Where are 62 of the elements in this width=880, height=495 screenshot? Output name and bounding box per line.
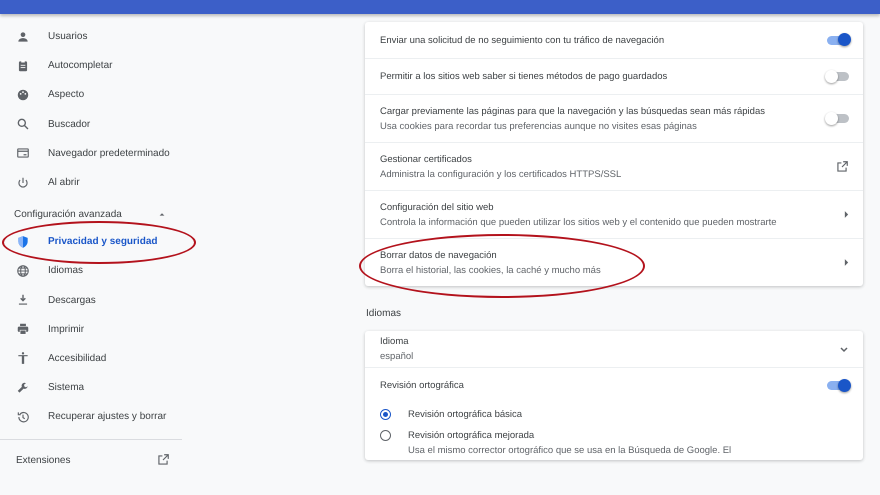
toggle-switch[interactable] [827,381,849,390]
toggle-switch[interactable] [827,114,849,123]
search-icon [16,117,30,132]
option-label: Revisión ortográfica mejorada [408,430,536,441]
person-icon [16,30,30,44]
toggle-switch[interactable] [827,72,849,81]
download-icon [16,293,30,308]
sidebar-item[interactable]: Buscador [0,110,182,139]
setting-title: Borrar datos de navegación [380,250,498,260]
setting-description: Borra el historial, las cookies, la caché y mucho más [380,264,601,276]
setting-title: Revisión ortográfica [380,380,464,391]
advanced-section-toggle[interactable]: Configuración avanzada [0,197,182,228]
setting-row[interactable]: Configuración del sitio web Controla la información que pueden utilizar los sitios web y el contenido que pueden mostrarte [365,190,863,238]
setting-title: Idioma [380,336,410,347]
printer-icon [16,322,30,336]
toggle-switch[interactable] [827,36,849,44]
setting-row[interactable]: Enviar una solicitud de no seguimiento con tu tráfico de navegación [365,22,863,58]
radio-button[interactable] [380,430,391,441]
accessibility-icon [16,351,30,366]
extensions-link[interactable]: Extensiones [0,450,182,470]
setting-description: Administra la configuración y los certificados HTTPS/SSL [380,168,622,180]
sidebar-item[interactable]: Autocompletar [0,51,182,80]
radio-button[interactable] [380,409,391,420]
sidebar-item[interactable]: Aspecto [0,80,182,110]
browser-icon [16,146,30,160]
setting-title: Enviar una solicitud de no seguimiento con tu tráfico de navegación [380,34,664,46]
clipboard-icon [16,58,30,73]
external-link-icon [156,453,170,468]
wrench-icon [16,380,30,395]
setting-title: Cargar previamente las páginas para que la navegación y las búsquedas sean más rápidas [380,106,765,116]
sidebar-item[interactable]: Navegador predeterminado [0,138,182,168]
setting-row[interactable]: Borrar datos de navegación Borra el historial, las cookies, la caché y mucho más [365,238,863,286]
sidebar-item[interactable]: Recuperar ajustes y borrar [0,402,182,432]
setting-title: Permitir a los sitios web saber si tienes métodos de pago guardados [380,71,668,82]
sidebar-item[interactable]: Al abrir [0,168,182,198]
arrow-right-icon[interactable] [844,259,849,266]
setting-description: Usa cookies para recordar tus preferencias aunque no visites esas páginas [380,120,698,132]
globe-icon [16,264,30,278]
setting-row[interactable]: Permitir a los sitios web saber si tienes métodos de pago guardados [365,58,863,94]
external-link-icon[interactable] [835,160,849,174]
arrow-right-icon[interactable] [844,211,849,218]
power-icon [16,176,30,190]
sidebar-item[interactable]: Descargas [0,286,182,315]
option-description: Usa el mismo corrector ortográfico que se usa en la Búsqueda de Google. El [408,445,732,456]
sidebar-item[interactable]: Accesibilidad [0,344,182,374]
sidebar-item[interactable]: Sistema [0,373,182,402]
palette-icon [16,88,30,102]
sidebar-item[interactable]: Idiomas [0,256,182,286]
sidebar-item[interactable]: Imprimir [0,314,182,344]
shield-icon [16,234,30,249]
language-row[interactable]: Idioma español [365,331,863,367]
section-heading: Idiomas [366,308,402,319]
sidebar-item[interactable]: Privacidad y seguridad [0,227,182,256]
restore-icon [16,410,30,424]
setting-description: Controla la información que pueden utilizar los sitios web y el contenido que pueden mostrarte [380,216,777,228]
setting-value: español [380,351,414,362]
setting-title: Gestionar certificados [380,154,473,164]
option-label: Revisión ortográfica básica [408,409,522,420]
sidebar-item[interactable]: Usuarios [0,22,182,52]
setting-title: Configuración del sitio web [380,202,495,212]
setting-row[interactable]: Cargar previamente las páginas para que la navegación y las búsquedas sean más rápidas Usa cookies para recordar tus preferencias aunque no visites esas páginas [365,94,863,142]
setting-row[interactable]: Gestionar certificados Administra la configuración y los certificados HTTPS/SSL [365,142,863,190]
